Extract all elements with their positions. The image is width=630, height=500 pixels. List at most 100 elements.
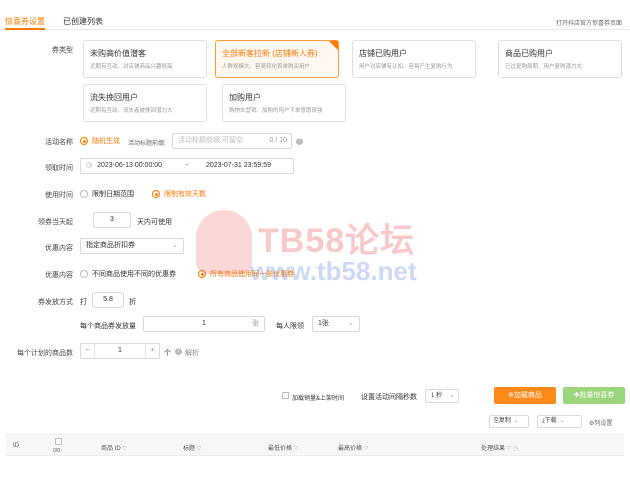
batch-coupon-button[interactable]: ✚批量惊喜券 <box>563 387 625 404</box>
per-person-select[interactable]: 1张 ⌄ <box>312 316 360 332</box>
discount-type-select[interactable]: 指定商品折扣券 ⌄ <box>80 238 184 254</box>
coupon-card-cart-users[interactable]: 加购用户 购物车营销、加购的用户下单意愿很强 <box>222 84 346 122</box>
radio-icon <box>80 137 88 145</box>
card-title: 加购用户 <box>229 93 261 102</box>
valid-days-label: 领券当天起 <box>38 219 73 226</box>
selected-count: 0/0 <box>53 448 60 454</box>
limit-valid-days-radio[interactable]: 限制有效天数 <box>152 189 206 199</box>
help-icon[interactable]: ? <box>175 348 182 355</box>
select-value: 1 秒 <box>431 393 443 399</box>
radio-label: 限制日期范围 <box>92 191 134 198</box>
button-label: 批量惊喜券 <box>579 392 615 399</box>
per-plan-stepper[interactable]: − 1 + <box>80 343 160 359</box>
clock-icon: ◷ <box>86 162 93 169</box>
increment-button[interactable]: + <box>145 344 159 358</box>
coupon-card-high-value[interactable]: 未购高价值潜客 近期有互动、对店铺商品兴趣很高 <box>83 40 207 78</box>
discount-suffix: 折 <box>129 299 136 306</box>
chevron-down-icon: ⌄ <box>449 392 455 399</box>
range-separator: - <box>186 162 189 169</box>
coupon-card-shop-buyers[interactable]: 店铺已购用户 用户对店铺有认知、容易产生复购行为 <box>352 40 476 78</box>
select-all-checkbox[interactable] <box>55 438 62 445</box>
discount-content-label-2: 优惠内容 <box>45 272 73 279</box>
button-label: 复制 <box>498 418 511 424</box>
col-min-price[interactable]: 最低价格 ▽ <box>268 443 298 452</box>
input-unit: 张 <box>252 320 259 327</box>
per-item-input[interactable]: 1 张 <box>143 316 265 332</box>
table-header: ID 0/0 商品 ID ▽ 标题 ▽ 最低价格 ▽ 最高价格 ▽ 处理结果 ▽… <box>6 434 624 456</box>
input-value: 3 <box>110 216 114 223</box>
download-button[interactable]: ⤓下载 ⌄ <box>537 415 582 428</box>
random-generate-radio[interactable]: 随机生成 <box>80 136 120 146</box>
button-label: 列设置 <box>594 421 613 427</box>
coupon-card-product-buyers[interactable]: 商品已购用户 已过复购周期、用户复购潜力大 <box>498 40 622 78</box>
help-icon[interactable]: ? <box>296 138 303 145</box>
radio-label: 不同商品使用不同的优惠券 <box>92 271 176 278</box>
official-page-link[interactable]: 打开抖店官方惊喜券页面 <box>556 18 622 27</box>
col-label: 处理结果 <box>481 446 506 452</box>
col-label: 最高价格 <box>338 446 363 452</box>
clock-icon: ◷ <box>512 446 519 452</box>
card-title: 未购高价值潜客 <box>90 49 146 58</box>
input-value: 1 <box>202 320 206 327</box>
load-products-button[interactable]: ⊕加载商品 <box>494 387 556 404</box>
valid-days-input[interactable]: 3 <box>93 212 131 228</box>
card-desc: 用户对店铺有认知、容易产生复购行为 <box>359 64 453 70</box>
discount-prefix: 打 <box>80 299 87 306</box>
col-label: 最低价格 <box>268 446 293 452</box>
copy-button[interactable]: ⎘复制 ⌄ <box>489 415 529 428</box>
filter-icon: ▽ <box>363 446 369 452</box>
end-time: 2023-07-31 23:59:59 <box>206 162 271 169</box>
discount-rate-input[interactable]: 5.8 <box>92 292 124 308</box>
col-product-id[interactable]: 商品 ID ▽ <box>101 443 127 452</box>
filter-icon: ▽ <box>506 446 512 452</box>
card-desc: 人群规模大、容易转化首单购买用户 <box>222 64 311 70</box>
col-max-price[interactable]: 最高价格 ▽ <box>338 443 368 452</box>
load-sales-label: 加载销量&上架时间 <box>292 396 345 402</box>
per-person-label: 每人限领 <box>276 323 304 330</box>
interval-select[interactable]: 1 秒 ⌄ <box>425 389 459 403</box>
watermark-url: www.tb58.net <box>250 256 417 286</box>
per-plan-unit: 个 <box>164 350 171 357</box>
tab-bar: 惊喜券设置 已创建列表 打开抖店官方惊喜券页面 <box>0 0 630 30</box>
interval-label: 设置活动间隔秒数 <box>361 394 417 401</box>
card-desc: 近期有互动、流失者被挽回潜力大 <box>90 108 173 114</box>
chevron-down-icon: ⌄ <box>513 418 519 424</box>
watermark-text: TB58论坛 <box>258 222 416 260</box>
different-coupons-radio[interactable]: 不同商品使用不同的优惠券 <box>80 269 176 279</box>
chevron-down-icon: ⌄ <box>559 418 565 424</box>
active-tab-indicator <box>5 28 45 30</box>
decrement-button[interactable]: − <box>81 344 95 358</box>
coupon-card-new-customer[interactable]: 全部新客拉新 (店铺新人券) 人群规模大、容易转化首单购买用户 <box>215 40 339 78</box>
button-label: 下载 <box>544 418 557 424</box>
load-sales-checkbox[interactable] <box>282 392 289 399</box>
card-desc: 已过复购周期、用户复购潜力大 <box>505 64 583 70</box>
col-title[interactable]: 标题 ▽ <box>183 443 201 452</box>
claim-time-range[interactable]: ◷ 2023-06-13 00:00:00 - 2023-07-31 23:59… <box>80 158 294 174</box>
filter-icon: ▽ <box>122 446 127 452</box>
col-id: ID <box>13 443 19 449</box>
explain-link[interactable]: 解析 <box>185 348 199 358</box>
stepper-value: 1 <box>118 347 122 354</box>
use-time-label: 使用时间 <box>45 192 73 199</box>
tab-created-list[interactable]: 已创建列表 <box>63 16 103 27</box>
per-plan-label: 每个计划的商品数 <box>17 350 73 357</box>
column-settings-button[interactable]: ⚙列设置 <box>589 418 612 427</box>
title-prefix-input[interactable]: 活动标题前缀,可留空 0 / 10 <box>172 133 292 149</box>
col-label: 标题 <box>183 446 196 452</box>
chevron-down-icon: ⌄ <box>172 242 178 249</box>
input-placeholder: 活动标题前缀,可留空 <box>178 137 243 144</box>
radio-label: 随机生成 <box>92 138 120 145</box>
filter-icon: ▽ <box>196 446 202 452</box>
card-title: 商品已购用户 <box>505 49 553 58</box>
coupon-card-churn-recovery[interactable]: 流失挽回用户 近期有互动、流失者被挽回潜力大 <box>83 84 207 122</box>
limit-date-range-radio[interactable]: 限制日期范围 <box>80 189 134 199</box>
radio-label: 限制有效天数 <box>164 191 206 198</box>
tab-coupon-settings[interactable]: 惊喜券设置 <box>5 16 45 27</box>
issue-method-label: 券发放方式 <box>38 299 73 306</box>
filter-icon: ▽ <box>293 446 299 452</box>
discount-content-label: 优惠内容 <box>45 245 73 252</box>
col-result[interactable]: 处理结果 ▽ ◷ <box>481 443 518 452</box>
watermark-hand-logo <box>196 210 252 274</box>
col-label: 商品 ID <box>101 446 121 452</box>
radio-icon <box>80 190 88 198</box>
